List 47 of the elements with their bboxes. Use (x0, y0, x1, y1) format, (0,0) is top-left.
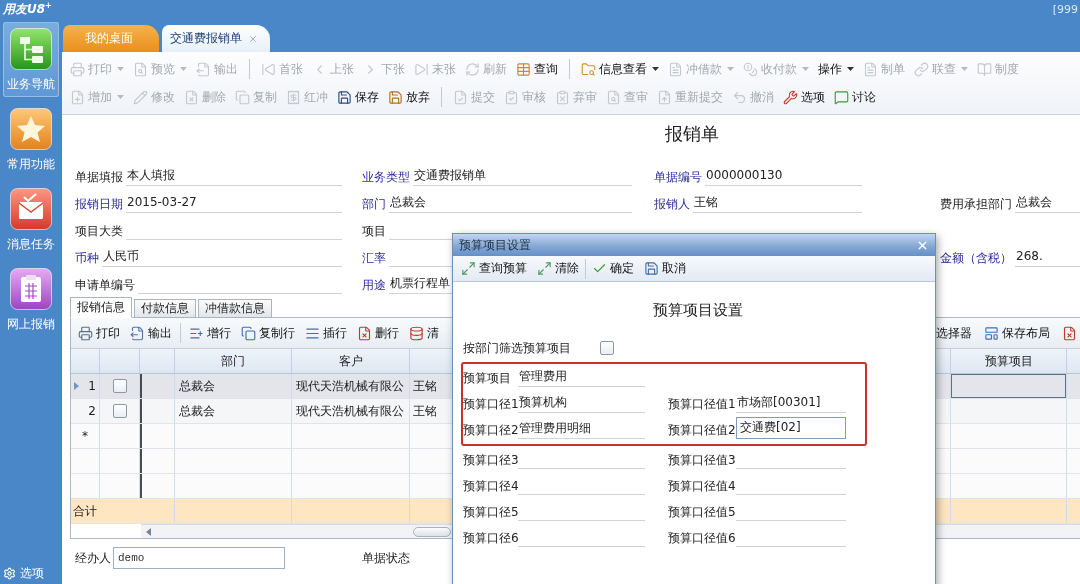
field-label: 报销人 (654, 196, 690, 213)
field-label: 单据编号 (654, 169, 702, 186)
field-label: 预算口径5 (463, 504, 518, 521)
app-logo: 用友U8$^{+}$ (2, 0, 52, 18)
row-number: 1 (88, 379, 96, 393)
field-label: 金额（含税） (940, 250, 1012, 267)
row-number: 2 (88, 404, 96, 418)
dialog-title: 预算项目设置 (459, 236, 531, 254)
field-label: 汇率 (362, 250, 386, 267)
field-label: 预算口径值5 (668, 504, 736, 521)
field-label: 币种 (75, 250, 99, 267)
table-cell: 现代天浩机械有限公 (296, 402, 404, 420)
field-label: 项目大类 (75, 223, 123, 240)
dialog-heading: 预算项目设置 (652, 300, 744, 321)
field-label: 用途 (362, 277, 386, 294)
table-cell: 王铭 (413, 377, 437, 395)
field-label: 单据状态 (362, 550, 410, 567)
field-label: 费用承担部门 (940, 196, 1012, 213)
field-label: 业务类型 (362, 169, 410, 186)
field-label: 经办人 (75, 550, 111, 567)
field-label: 预算口径值1 (668, 396, 736, 413)
document-title: 报销单 (664, 122, 720, 146)
field-label: 报销日期 (75, 196, 123, 213)
field-label: 预算口径值2 (668, 422, 736, 439)
field-label: 预算口径值3 (668, 452, 736, 469)
field-label: 预算口径6 (463, 530, 518, 547)
field-label: 项目 (362, 223, 386, 240)
field-label: 申请单编号 (75, 277, 135, 294)
total-label: 合计 (73, 502, 97, 520)
column-header: 预算项目 (951, 349, 1067, 373)
column-header: 部门 (175, 349, 292, 373)
new-row-marker: * (82, 429, 88, 443)
field-label: 预算口径2 (463, 423, 518, 439)
table-cell: 现代天浩机械有限公 (296, 377, 404, 395)
field-label: 按部门筛选预算项目 (463, 340, 571, 357)
account-label: [999 (1052, 3, 1078, 16)
table-cell: 总裁会 (179, 377, 215, 395)
table-cell: 总裁会 (179, 402, 215, 420)
field-label: 预算口径4 (463, 478, 518, 495)
field-label: 预算口径1 (463, 397, 518, 413)
table-cell: 王铭 (413, 402, 437, 420)
column-header: 客户 (292, 349, 410, 373)
field-label: 预算口径值6 (668, 530, 736, 547)
field-label: 部门 (362, 196, 386, 213)
field-label: 预算口径值4 (668, 478, 736, 495)
field-label: 预算口径3 (463, 452, 518, 469)
field-label: 单据填报 (75, 169, 123, 186)
